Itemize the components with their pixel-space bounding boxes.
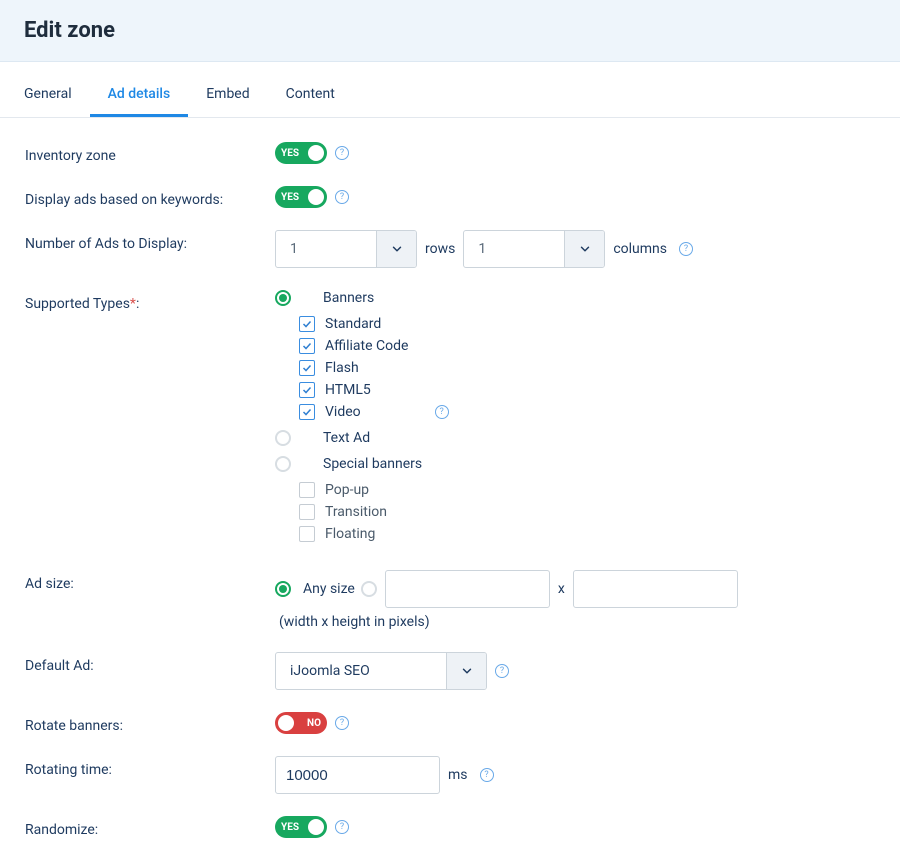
checkbox-popup-label: Pop-up: [325, 482, 369, 498]
toggle-knob: [308, 819, 324, 835]
checkbox-transition[interactable]: [299, 504, 315, 520]
required-marker: *: [130, 296, 136, 312]
label-rows: rows: [425, 241, 455, 257]
radio-special-label: Special banners: [323, 456, 422, 472]
toggle-rotate-banners[interactable]: NO: [275, 712, 327, 734]
checkbox-flash[interactable]: [299, 360, 315, 376]
help-icon[interactable]: ?: [335, 190, 349, 204]
help-icon[interactable]: ?: [495, 664, 509, 678]
radio-text-ad-label: Text Ad: [323, 430, 370, 446]
toggle-knob: [278, 715, 294, 731]
checkbox-video[interactable]: [299, 404, 315, 420]
input-height[interactable]: [573, 570, 738, 608]
tab-embed[interactable]: Embed: [188, 72, 267, 117]
chevron-down-icon: [446, 653, 486, 689]
tab-content[interactable]: Content: [268, 72, 353, 117]
type-group-special: Special banners: [275, 456, 876, 472]
checkbox-video-label: Video: [325, 404, 361, 420]
checkbox-floating[interactable]: [299, 526, 315, 542]
checkbox-floating-label: Floating: [325, 526, 375, 542]
check-floating-row: Floating: [299, 526, 876, 542]
check-flash-row: Flash: [299, 360, 876, 376]
tab-ad-details[interactable]: Ad details: [90, 72, 189, 117]
toggle-inventory-zone[interactable]: YES: [275, 142, 327, 164]
radio-special[interactable]: [275, 456, 291, 472]
label-default-ad: Default Ad:: [25, 652, 275, 674]
form: Inventory zone YES ? Display ads based o…: [0, 118, 900, 866]
label-x: x: [558, 581, 565, 597]
checkbox-flash-label: Flash: [325, 360, 359, 376]
checkbox-standard-label: Standard: [325, 316, 381, 332]
check-standard-row: Standard: [299, 316, 876, 332]
row-inventory-zone: Inventory zone YES ?: [25, 142, 876, 164]
toggle-display-keywords[interactable]: YES: [275, 186, 327, 208]
select-default-ad[interactable]: iJoomla SEO: [275, 652, 487, 690]
tab-bar: General Ad details Embed Content: [0, 72, 900, 118]
hint-wh: (width x height in pixels): [279, 614, 430, 630]
checkbox-affiliate[interactable]: [299, 338, 315, 354]
label-supported-types: Supported Types*:: [25, 290, 275, 312]
checkbox-transition-label: Transition: [325, 504, 387, 520]
radio-any-size-label: Any size: [303, 581, 355, 597]
check-transition-row: Transition: [299, 504, 876, 520]
check-affiliate-row: Affiliate Code: [299, 338, 876, 354]
row-num-ads: Number of Ads to Display: 1 rows 1 colum…: [25, 230, 876, 268]
label-rotate-banners: Rotate banners:: [25, 712, 275, 734]
chevron-down-icon: [564, 231, 604, 267]
help-icon[interactable]: ?: [679, 242, 693, 256]
toggle-knob: [308, 189, 324, 205]
toggle-randomize[interactable]: YES: [275, 816, 327, 838]
chevron-down-icon: [376, 231, 416, 267]
row-randomize: Randomize: YES ?: [25, 816, 876, 838]
toggle-knob: [308, 145, 324, 161]
row-default-ad: Default Ad: iJoomla SEO ?: [25, 652, 876, 690]
page-title: Edit zone: [24, 18, 876, 43]
select-columns[interactable]: 1: [463, 230, 605, 268]
type-group-banners: Banners: [275, 290, 876, 306]
check-popup-row: Pop-up: [299, 482, 876, 498]
row-rotating-time: Rotating time: ms ?: [25, 756, 876, 794]
select-columns-value: 1: [464, 241, 564, 257]
select-rows[interactable]: 1: [275, 230, 417, 268]
checkbox-standard[interactable]: [299, 316, 315, 332]
page-header: Edit zone: [0, 0, 900, 62]
help-icon[interactable]: ?: [335, 146, 349, 160]
row-ad-size: Ad size: Any size x (width x height in p…: [25, 570, 876, 630]
radio-custom-size[interactable]: [361, 581, 377, 597]
label-rotating-time: Rotating time:: [25, 756, 275, 778]
radio-text-ad[interactable]: [275, 430, 291, 446]
checkbox-popup[interactable]: [299, 482, 315, 498]
check-video-row: Video ?: [299, 404, 876, 420]
input-rotating-time[interactable]: [275, 756, 440, 794]
select-default-ad-value: iJoomla SEO: [276, 663, 446, 679]
row-supported-types: Supported Types*: Banners Standard Affil…: [25, 290, 876, 548]
row-display-keywords: Display ads based on keywords: YES ?: [25, 186, 876, 208]
select-rows-value: 1: [276, 241, 376, 257]
input-width[interactable]: [385, 570, 550, 608]
label-ad-size: Ad size:: [25, 570, 275, 592]
label-ms: ms: [448, 767, 468, 783]
radio-any-size[interactable]: [275, 581, 291, 597]
label-columns: columns: [613, 241, 667, 257]
radio-banners[interactable]: [275, 290, 291, 306]
radio-banners-label: Banners: [323, 290, 374, 306]
help-icon[interactable]: ?: [435, 405, 449, 419]
help-icon[interactable]: ?: [335, 716, 349, 730]
checkbox-affiliate-label: Affiliate Code: [325, 338, 408, 354]
tab-general[interactable]: General: [24, 72, 90, 117]
checkbox-html5[interactable]: [299, 382, 315, 398]
label-randomize: Randomize:: [25, 816, 275, 838]
label-display-keywords: Display ads based on keywords:: [25, 186, 275, 208]
supported-types-block: Banners Standard Affiliate Code Flash HT…: [275, 290, 876, 548]
type-group-text-ad: Text Ad: [275, 430, 876, 446]
checkbox-html5-label: HTML5: [325, 382, 371, 398]
label-inventory-zone: Inventory zone: [25, 142, 275, 164]
help-icon[interactable]: ?: [480, 768, 494, 782]
row-rotate-banners: Rotate banners: NO ?: [25, 712, 876, 734]
label-num-ads: Number of Ads to Display:: [25, 230, 275, 252]
check-html5-row: HTML5: [299, 382, 876, 398]
